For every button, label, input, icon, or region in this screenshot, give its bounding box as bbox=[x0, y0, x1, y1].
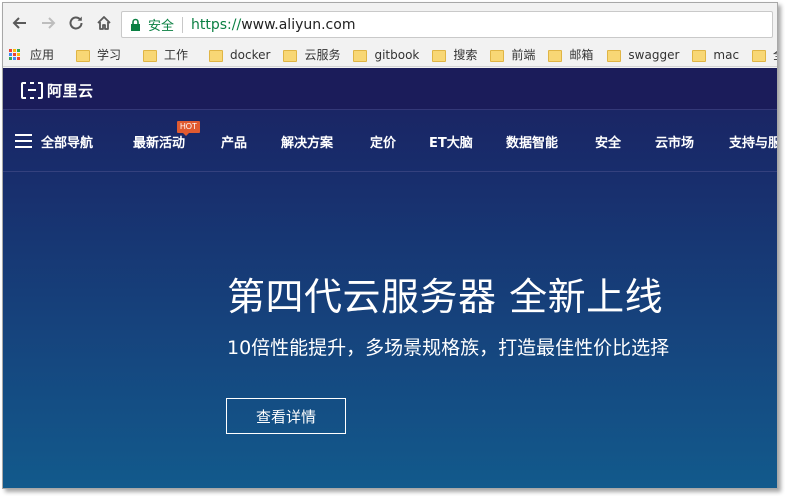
bookmark-label: 学习 bbox=[97, 48, 122, 62]
back-button[interactable] bbox=[7, 10, 33, 36]
apps-grid-icon bbox=[9, 48, 21, 61]
folder-icon bbox=[283, 49, 298, 62]
bookmark-folder[interactable]: 工作 bbox=[137, 44, 194, 66]
bookmark-folder[interactable]: 邮箱 bbox=[542, 44, 599, 66]
browser-window: 安全 https:// www.aliyun.com 应用 学习 工作 dock… bbox=[2, 2, 778, 489]
nav-marketplace[interactable]: 云市场 bbox=[655, 132, 694, 151]
bookmark-label: gitbook bbox=[374, 47, 420, 62]
logo-text: 阿里云 bbox=[47, 82, 94, 100]
site-logo[interactable]: 阿里云 bbox=[21, 80, 94, 101]
hero-title: 第四代云服务器 全新上线 bbox=[227, 275, 664, 319]
nav-support[interactable]: 支持与服务 bbox=[729, 132, 777, 151]
bookmark-label: 前端 bbox=[511, 48, 536, 62]
url-scheme: https:// bbox=[191, 16, 242, 33]
folder-icon bbox=[490, 49, 505, 62]
nav-et-brain[interactable]: ET大脑 bbox=[429, 132, 473, 151]
hero-subtitle: 10倍性能提升，多场景规格族，打造最佳性价比选择 bbox=[227, 337, 670, 359]
bookmark-label: swagger bbox=[628, 47, 680, 62]
nav-security[interactable]: 安全 bbox=[595, 132, 621, 151]
lock-icon bbox=[130, 18, 142, 32]
folder-icon bbox=[209, 49, 224, 62]
folder-icon bbox=[548, 49, 563, 62]
folder-icon bbox=[76, 49, 91, 62]
page-viewport: 阿里云 全部导航 HOT 最新活动 产品 解决方案 定价 ET大脑 数据智能 安… bbox=[3, 68, 777, 488]
folder-icon bbox=[432, 49, 447, 62]
main-navigation: 全部导航 HOT 最新活动 产品 解决方案 定价 ET大脑 数据智能 安全 云市… bbox=[3, 111, 777, 172]
bookmark-folder[interactable]: swagger bbox=[601, 44, 685, 66]
bookmark-label: mac bbox=[713, 47, 740, 62]
bookmark-folder[interactable]: 学习 bbox=[70, 44, 127, 66]
bookmark-label: 全 bbox=[773, 46, 777, 63]
nav-all[interactable]: 全部导航 bbox=[41, 132, 93, 151]
home-icon bbox=[97, 16, 111, 30]
nav-solutions[interactable]: 解决方案 bbox=[281, 132, 333, 151]
folder-icon bbox=[607, 49, 622, 62]
bookmark-label: 邮箱 bbox=[569, 48, 594, 62]
bookmark-folder[interactable]: 全 bbox=[746, 44, 777, 66]
aliyun-logo-icon bbox=[21, 81, 43, 99]
site-topbar: 阿里云 bbox=[3, 68, 777, 110]
arrow-left-icon bbox=[12, 17, 26, 29]
bookmark-label: 应用 bbox=[30, 48, 55, 62]
reload-button[interactable] bbox=[63, 10, 89, 36]
omnibox-divider bbox=[182, 16, 184, 33]
view-details-button[interactable]: 查看详情 bbox=[226, 398, 346, 434]
bookmark-folder[interactable]: docker bbox=[203, 44, 276, 66]
secure-label: 安全 bbox=[148, 19, 175, 34]
bookmark-label: 工作 bbox=[164, 48, 189, 62]
bookmark-label: docker bbox=[230, 47, 271, 62]
bookmark-label: 搜索 bbox=[453, 48, 478, 62]
browser-toolbar: 安全 https:// www.aliyun.com bbox=[3, 3, 777, 43]
folder-icon bbox=[752, 49, 767, 62]
folder-icon bbox=[353, 49, 368, 62]
bookmark-folder[interactable]: mac bbox=[686, 44, 745, 66]
bookmark-folder[interactable]: 前端 bbox=[484, 44, 541, 66]
nav-pricing[interactable]: 定价 bbox=[370, 132, 396, 151]
bookmarks-bar: 应用 学习 工作 docker 云服务 gitbook 搜索 前端 邮箱 swa… bbox=[3, 43, 777, 67]
reload-icon bbox=[69, 16, 83, 30]
menu-icon[interactable] bbox=[15, 134, 32, 148]
home-button[interactable] bbox=[91, 10, 117, 36]
nav-data-intelligence[interactable]: 数据智能 bbox=[506, 132, 558, 151]
bookmark-folder[interactable]: gitbook bbox=[347, 44, 425, 66]
bookmark-label: 云服务 bbox=[304, 48, 341, 62]
address-bar[interactable]: 安全 https:// www.aliyun.com bbox=[121, 11, 773, 38]
folder-icon bbox=[143, 49, 158, 62]
forward-button[interactable] bbox=[35, 10, 61, 36]
bookmark-apps[interactable]: 应用 bbox=[3, 44, 60, 66]
nav-products[interactable]: 产品 bbox=[221, 132, 247, 151]
arrow-right-icon bbox=[42, 17, 56, 29]
url-host: www.aliyun.com bbox=[241, 16, 356, 33]
bookmark-folder[interactable]: 云服务 bbox=[277, 44, 346, 66]
folder-icon bbox=[692, 49, 707, 62]
bookmark-folder[interactable]: 搜索 bbox=[426, 44, 483, 66]
nav-latest-events[interactable]: 最新活动 bbox=[133, 132, 185, 151]
